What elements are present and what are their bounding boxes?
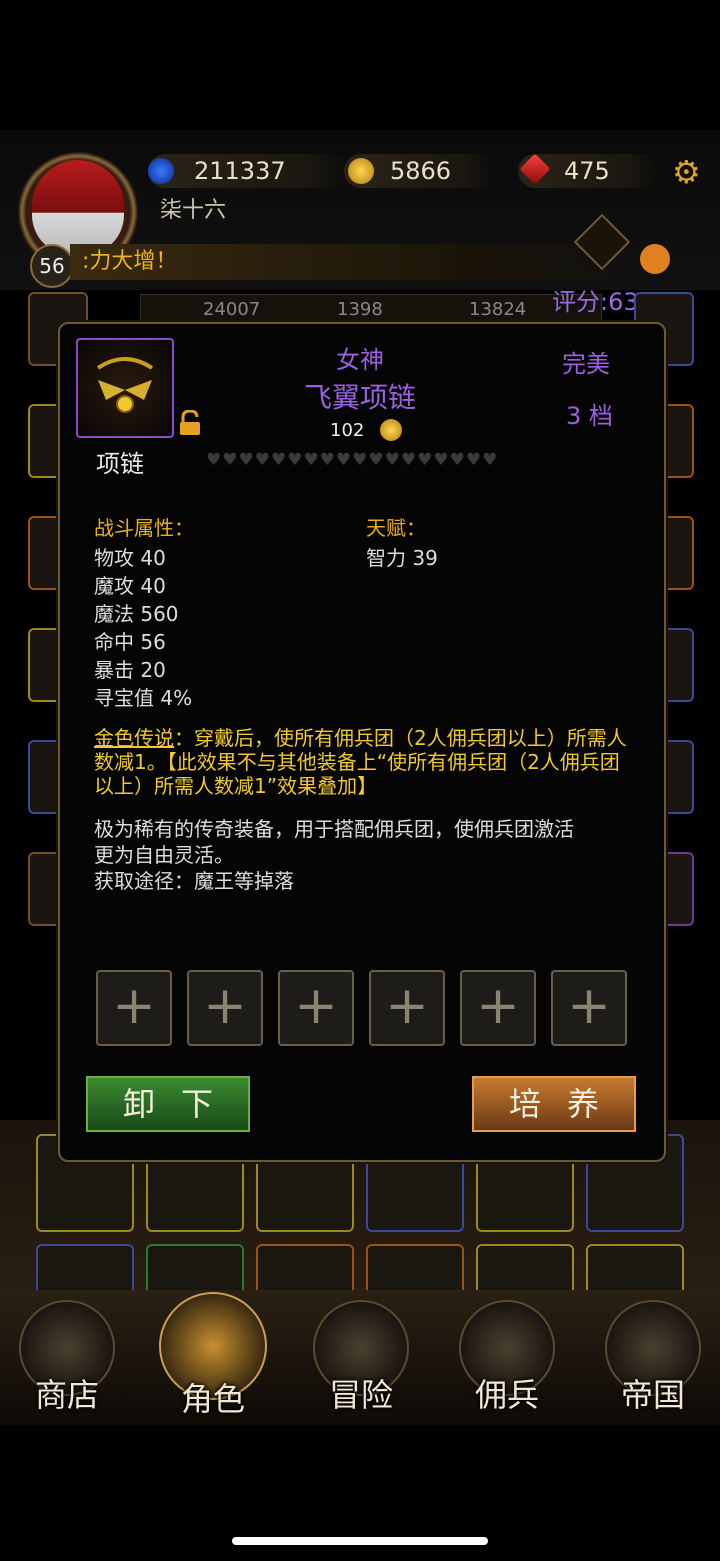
stat-value-2: 1398 — [337, 299, 383, 320]
stat-line: 暴击 20 — [94, 658, 166, 682]
gem-slot-add[interactable]: + — [460, 970, 536, 1046]
avatar[interactable] — [32, 160, 124, 255]
unlock-icon[interactable] — [178, 409, 202, 436]
gold-coin-icon — [380, 419, 402, 441]
home-indicator[interactable] — [232, 1537, 488, 1545]
nav-label: 商店 — [34, 1376, 99, 1414]
nav-character[interactable]: 角色 — [158, 1292, 268, 1420]
talent-title: 天赋： — [366, 516, 426, 540]
nav-label: 冒险 — [328, 1376, 393, 1414]
combat-stats-title: 战斗属性： — [94, 516, 194, 540]
nav-label: 佣兵 — [474, 1376, 539, 1414]
talent-line: 智力 39 — [366, 546, 438, 570]
player-name: 柒十六 — [160, 198, 227, 223]
horn-icon[interactable] — [640, 244, 670, 274]
gem-slot-add[interactable]: + — [369, 970, 445, 1046]
flavor-line: 极为稀有的传奇装备，用于搭配佣兵团，使佣兵团激活 — [94, 817, 574, 841]
stat-line: 命中 56 — [94, 630, 166, 654]
gold-value: 5866 — [390, 157, 452, 185]
item-slot-type: 项链 — [96, 450, 144, 478]
gear-icon[interactable]: ⚙ — [672, 156, 704, 188]
gold-coin-icon — [348, 158, 374, 184]
nav-mercenary[interactable]: 佣兵 — [452, 1300, 562, 1416]
exp-counter: 211337 — [148, 154, 348, 188]
stat-value-3: 13824 — [469, 299, 527, 320]
gold-counter: 5866 — [344, 154, 494, 188]
winged-necklace-icon — [96, 357, 154, 413]
flavor-text: 极为稀有的传奇装备，用于搭配佣兵团，使佣兵团激活 更为自由灵活。 获取途径：魔王… — [94, 816, 634, 894]
legend-text: ：穿戴后，使所有佣兵团（2人佣兵团以上）所需人数减1。【此效果不与其他装备上“使… — [94, 726, 627, 798]
stat-line: 物攻 40 — [94, 546, 166, 570]
item-price: 102 — [330, 420, 365, 441]
nav-label: 角色 — [180, 1380, 245, 1418]
stat-line: 寻宝值 4% — [94, 686, 193, 710]
legend-effect: 金色传说：穿戴后，使所有佣兵团（2人佣兵团以上）所需人数减1。【此效果不与其他装… — [94, 726, 634, 798]
stat-line: 魔攻 40 — [94, 574, 166, 598]
gem-slot-add[interactable]: + — [278, 970, 354, 1046]
item-icon-frame — [76, 338, 174, 438]
nav-empire[interactable]: 帝国 — [598, 1300, 708, 1416]
unequip-button[interactable]: 卸下 — [86, 1076, 250, 1132]
exp-value: 211337 — [194, 157, 286, 185]
stat-line: 魔法 560 — [94, 602, 179, 626]
item-grade: 完美 — [562, 350, 610, 378]
item-tier: 3 档 — [566, 402, 613, 430]
gem-counter: 475 — [518, 153, 658, 188]
legend-label[interactable]: 金色传说 — [94, 726, 174, 750]
flavor-line: 获取途径：魔王等掉落 — [94, 869, 294, 893]
level-badge: 56 — [30, 244, 74, 288]
gem-slot-add[interactable]: + — [187, 970, 263, 1046]
flavor-line: 更为自由灵活。 — [94, 843, 234, 867]
item-quality: 女神 — [336, 346, 384, 374]
gem-value: 475 — [564, 157, 610, 185]
blue-swirl-icon — [148, 158, 174, 184]
gem-slot-add[interactable]: + — [551, 970, 627, 1046]
heart-rating: ♥♥♥♥♥♥♥♥♥♥♥♥♥♥♥♥♥♥ — [206, 450, 499, 470]
nav-adventure[interactable]: 冒险 — [306, 1300, 416, 1416]
nav-shop[interactable]: 商店 — [12, 1300, 122, 1416]
red-gem-icon — [519, 153, 551, 185]
item-name: 飞翼项链 — [303, 381, 416, 414]
nav-label: 帝国 — [620, 1376, 685, 1414]
train-button[interactable]: 培养 — [472, 1076, 636, 1132]
stat-value-1: 24007 — [203, 299, 261, 320]
news-banner[interactable]: :力大增！ — [70, 244, 642, 280]
gem-slot-add[interactable]: + — [96, 970, 172, 1046]
